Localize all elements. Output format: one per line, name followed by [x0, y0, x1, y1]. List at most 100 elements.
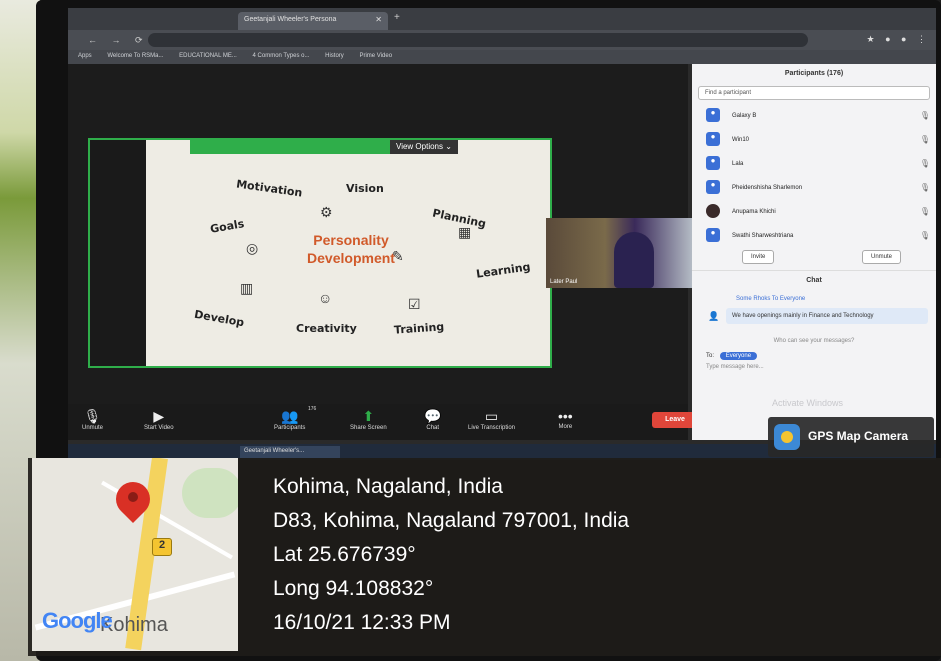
mic-muted-icon: 🎙 — [919, 135, 930, 144]
geo-datetime: 16/10/21 12:33 PM — [273, 611, 451, 634]
participant-row-name: Pheidenshisha Sharlemon — [732, 185, 803, 191]
share-screen-icon: ⬆ — [362, 408, 375, 424]
participant-row-name: Swathi Sharweshtriana — [732, 233, 794, 239]
map-park — [182, 468, 238, 518]
participant-row-name: Lala — [732, 161, 744, 167]
extensions-icon[interactable]: ★ ● ● ⋮ — [867, 34, 930, 45]
presentation-slide: Personality Development Motivation Visio… — [146, 140, 550, 366]
chat-sender: Some Rhoks To Everyone — [736, 296, 806, 302]
participants-title: Participants (176) — [784, 70, 844, 77]
slide-word: Develop — [193, 307, 246, 330]
tab-title: Geetanjali Wheeler's Persona — [244, 16, 337, 23]
mic-muted-icon: 🎙 — [919, 159, 930, 168]
bar-chart-icon: ▥ — [240, 280, 254, 296]
slide-word: Creativity — [296, 322, 357, 335]
toolbar-label: Start Video — [144, 425, 174, 431]
find-participant-input[interactable]: Find a participant — [698, 86, 930, 100]
gps-camera-logo-icon — [774, 424, 800, 450]
share-screen-button[interactable]: ⬆ Share Screen — [350, 408, 387, 431]
mic-muted-icon: 🎙 — [919, 111, 930, 120]
geo-address: D83, Kohima, Nagaland 797001, India — [273, 509, 630, 532]
bookmark-item[interactable]: Welcome To RSMa... — [107, 53, 163, 59]
participant-video[interactable]: Later Paul — [546, 218, 694, 288]
more-button[interactable]: ••• More — [558, 408, 573, 430]
slide-word: Motivation — [235, 177, 304, 200]
chat-icon: 💬 — [424, 408, 442, 424]
recipient-dropdown[interactable]: Everyone — [719, 352, 758, 361]
slide-word: Learning — [475, 260, 532, 281]
geotag-text: Kohima, Nagaland, India D83, Kohima, Nag… — [273, 470, 629, 640]
participants-panel: Participants (176) Find a participant ● G… — [692, 64, 936, 440]
address-bar: ← → ⟳ ★ ● ● ⋮ — [68, 30, 936, 50]
toolbar-label: Live Transcription — [468, 425, 516, 431]
avatar — [706, 204, 720, 218]
browser-tab[interactable]: Geetanjali Wheeler's Persona ✕ — [238, 12, 388, 30]
to-label: To: — [706, 353, 715, 360]
url-field[interactable] — [148, 33, 808, 47]
bookmark-item[interactable]: 4 Common Types o... — [253, 53, 310, 59]
avatar: ● — [706, 132, 720, 146]
brain-icon: ☺ — [318, 290, 333, 306]
avatar: ● — [706, 108, 720, 122]
mic-muted-icon: 🎙 — [919, 231, 930, 240]
bookmark-item[interactable]: Apps — [78, 53, 92, 59]
geo-longitude: Long 94.108832° — [273, 577, 434, 600]
participant-row[interactable]: ● Lala 🎙 — [692, 152, 936, 176]
who-can-see-link[interactable]: Who can see your messages? — [692, 338, 936, 344]
unmute-button[interactable]: 🎙 Unmute — [82, 408, 103, 431]
participants-button[interactable]: 👥 Participants 176 — [274, 406, 316, 431]
participant-row-name: Anupama Khichi — [732, 209, 776, 215]
chat-title: Chat — [692, 270, 936, 288]
gps-camera-badge: GPS Map Camera — [768, 417, 934, 457]
unmute-all-button[interactable]: Unmute — [862, 250, 902, 264]
monitor-screen: Geetanjali Wheeler's Persona ✕ + ← → ⟳ ★… — [68, 8, 936, 460]
participant-row[interactable]: ● Pheidenshisha Sharlemon 🎙 — [692, 176, 936, 200]
cc-icon: ▭ — [484, 408, 499, 424]
target-icon: ◎ — [246, 240, 259, 256]
bookmark-item[interactable]: EDUCATIONAL ME... — [179, 53, 237, 59]
avatar: ● — [706, 156, 720, 170]
checkbox-icon: ☑ — [408, 296, 421, 312]
chat-input[interactable]: Type message here... — [706, 364, 936, 370]
participant-name: Later Paul — [550, 279, 578, 285]
participant-row[interactable]: ● Galaxy B 🎙 — [692, 104, 936, 128]
bookmark-item[interactable]: Prime Video — [359, 53, 392, 59]
start-video-button[interactable]: ▶ Start Video — [144, 408, 174, 431]
live-transcription-button[interactable]: ▭ Live Transcription — [468, 408, 515, 431]
new-tab-icon[interactable]: + — [394, 12, 400, 23]
participant-person — [614, 232, 654, 288]
screen-share: Personality Development Motivation Visio… — [88, 138, 552, 368]
mic-muted-icon: 🎙 — [919, 207, 930, 216]
slide-margin — [90, 140, 146, 366]
participant-row[interactable]: ● Swathi Sharweshtriana 🎙 — [692, 224, 936, 248]
browser-tabbar: Geetanjali Wheeler's Persona ✕ + — [68, 8, 936, 30]
mic-muted-icon: 🎙 — [919, 183, 930, 192]
presenter-icon: ▦ — [458, 224, 472, 240]
zoom-toolbar: 🎙 Unmute ▶ Start Video 👥 Participants 176 ⬆ S… — [68, 404, 698, 440]
video-off-icon: ▶ — [153, 408, 165, 424]
mic-muted-icon: 🎙 — [83, 408, 102, 424]
invite-button[interactable]: Invite — [742, 250, 775, 264]
chat-button[interactable]: 💬 Chat — [424, 408, 441, 431]
participants-icon: 👥 — [280, 408, 299, 424]
chat-message-text: We have openings mainly in Finance and T… — [732, 313, 874, 319]
user-icon: 👤 — [708, 311, 720, 321]
taskbar-item[interactable]: Geetanjali Wheeler's... — [240, 446, 340, 458]
nav-arrows-icon[interactable]: ← → ⟳ — [88, 35, 149, 46]
book-icon: ✎ — [392, 248, 404, 264]
view-options-button[interactable]: View Options ⌄ — [390, 140, 458, 154]
activate-windows-watermark: Activate Windows — [772, 398, 844, 408]
more-icon: ••• — [558, 408, 573, 424]
share-banner — [190, 140, 390, 154]
toolbar-label: Chat — [426, 425, 440, 431]
participant-row-name: Win10 — [732, 137, 750, 143]
bookmark-item[interactable]: History — [325, 53, 344, 59]
participant-row[interactable]: ● Win10 🎙 — [692, 128, 936, 152]
close-icon[interactable]: ✕ — [375, 15, 382, 24]
chat-recipient: To: Everyone — [706, 352, 936, 361]
participant-row[interactable]: Anupama Khichi 🎙 — [692, 200, 936, 224]
avatar: ● — [706, 228, 720, 242]
geo-latitude: Lat 25.676739° — [273, 543, 416, 566]
participants-actions: Invite Unmute — [692, 248, 936, 270]
road-shield: 2 — [152, 538, 172, 556]
